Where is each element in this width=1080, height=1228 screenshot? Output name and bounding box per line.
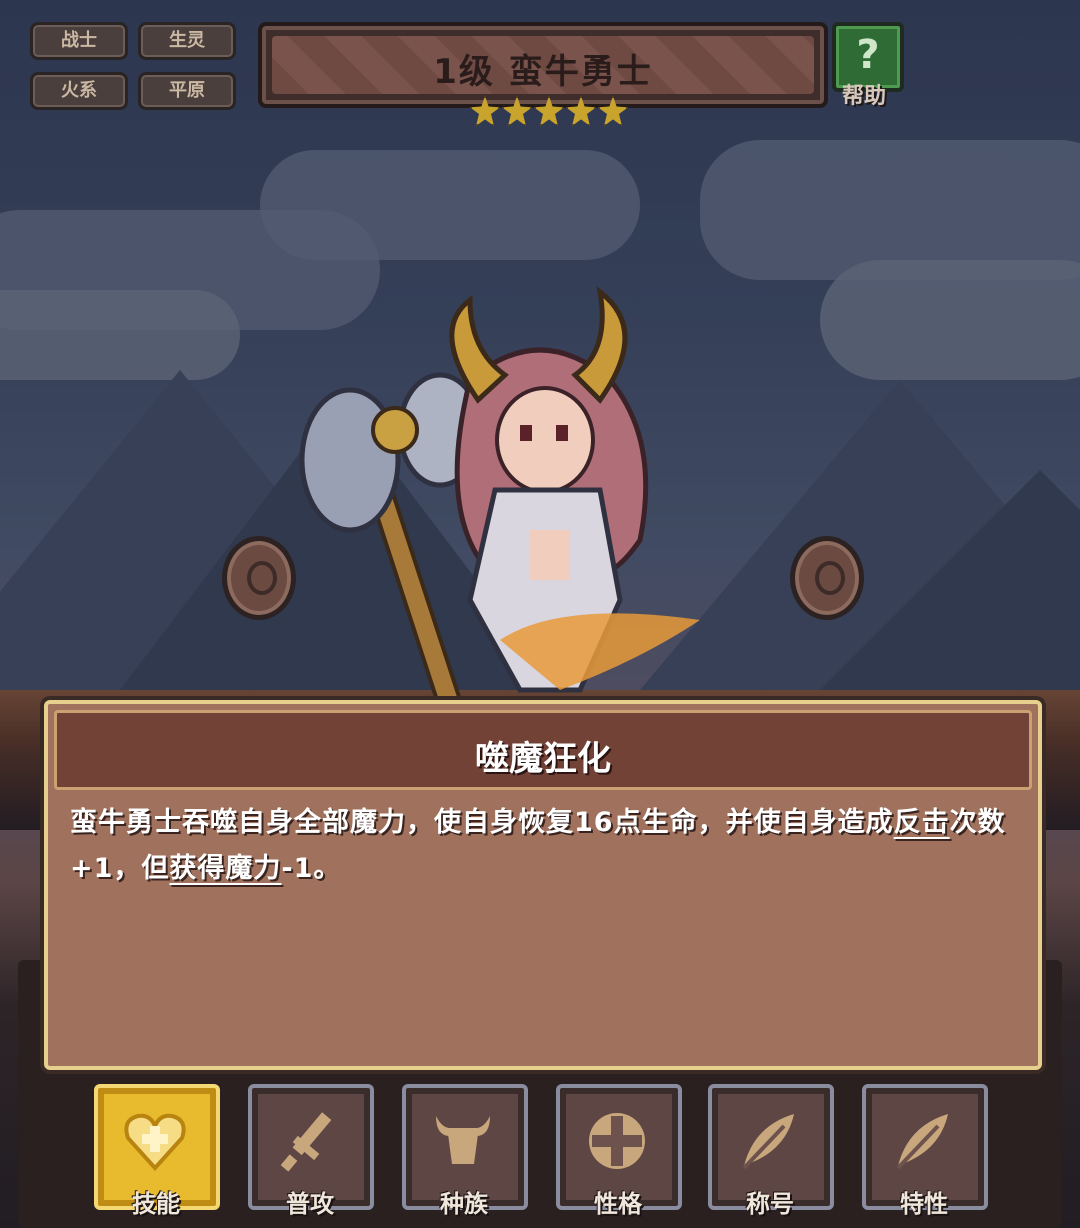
next-unit-button[interactable]: [790, 536, 864, 620]
tab-label: 特性: [900, 1190, 948, 1218]
skill-description: 蛮牛勇士吞噬自身全部魔力，使自身恢复16点生命，并使自身造成反击次数+1，但获得…: [70, 800, 1016, 892]
keyword-gain-mana-link[interactable]: 获得魔力: [169, 853, 281, 884]
star-icon: [566, 96, 596, 126]
tab-label: 称号: [746, 1190, 794, 1218]
chevron-right-icon: [815, 561, 845, 595]
class-tag-warrior: 战士: [30, 22, 128, 60]
keyword-counterattack-link[interactable]: 反击: [894, 807, 950, 838]
tab-title[interactable]: 称号: [708, 1084, 834, 1218]
skill-dialog-header: 噬魔狂化: [54, 710, 1032, 790]
tab-skill[interactable]: 技能: [94, 1084, 220, 1218]
tab-label: 性格: [594, 1190, 642, 1218]
star-rating: [470, 96, 628, 126]
tab-label: 种族: [440, 1190, 488, 1218]
star-icon: [470, 96, 500, 126]
star-icon: [534, 96, 564, 126]
tab-race[interactable]: 种族: [402, 1084, 528, 1218]
star-icon: [502, 96, 532, 126]
cross-icon: [589, 1113, 645, 1169]
unit-name: 1级 蛮牛勇士: [433, 52, 653, 92]
terrain-tag-plains: 平原: [138, 72, 236, 110]
axe-icon: [299, 372, 483, 709]
help-label: 帮助: [841, 84, 886, 109]
star-icon: [598, 96, 628, 126]
tab-label: 技能: [132, 1190, 180, 1218]
tab-label: 普攻: [286, 1190, 334, 1218]
chevron-left-icon: [247, 561, 277, 595]
skill-desc-text: -1。: [281, 853, 342, 884]
race-tag-creature: 生灵: [138, 22, 236, 60]
skill-name: 噬魔狂化: [475, 739, 611, 779]
tab-normal-attack[interactable]: 普攻: [248, 1084, 374, 1218]
skill-desc-text: 蛮牛勇士吞噬自身全部魔力，使自身恢复16点生命，并使自身造成: [70, 807, 894, 838]
feather-icon: [896, 1114, 948, 1170]
element-tag-fire: 火系: [30, 72, 128, 110]
tab-personality[interactable]: 性格: [556, 1084, 682, 1218]
sword-icon: [280, 1112, 332, 1172]
feather-icon: [742, 1114, 794, 1170]
heart-shield-icon: [124, 1113, 186, 1171]
tab-trait[interactable]: 特性: [862, 1084, 988, 1218]
skill-dialog: 噬魔狂化 蛮牛勇士吞噬自身全部魔力，使自身恢复16点生命，并使自身造成反击次数+…: [44, 700, 1042, 1070]
previous-unit-button[interactable]: [222, 536, 296, 620]
help-button[interactable]: ? 帮助: [828, 22, 904, 109]
bull-head-icon: [436, 1116, 490, 1164]
